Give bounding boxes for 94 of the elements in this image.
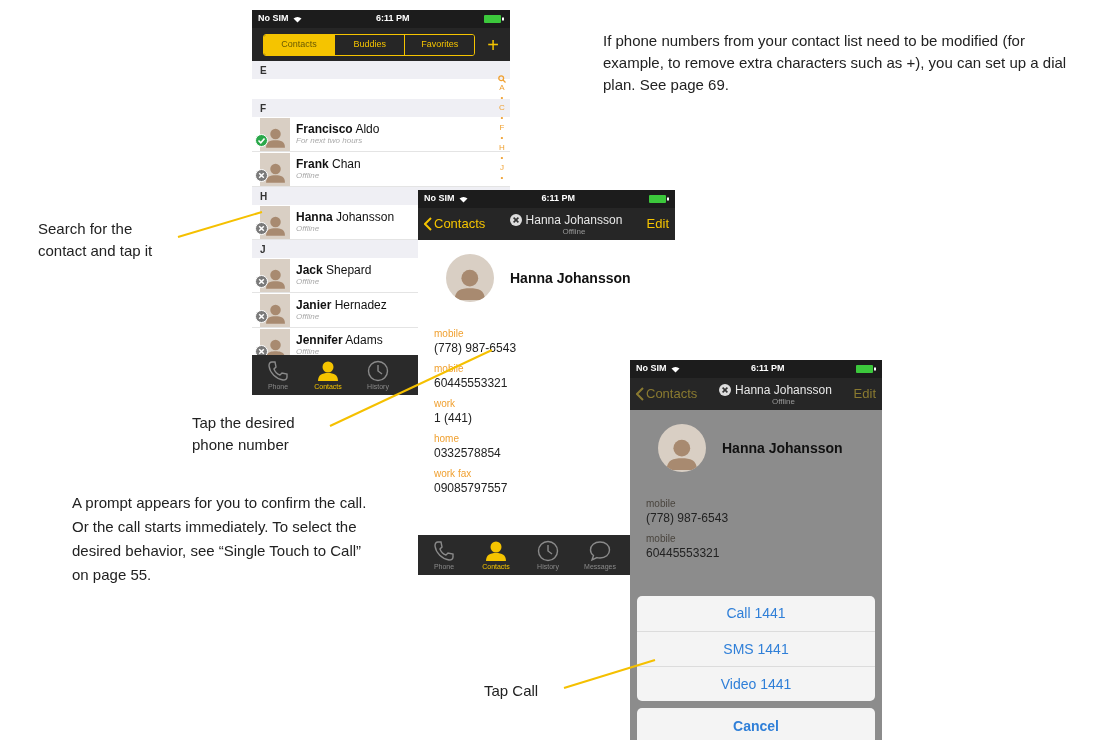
- contact-name: Jennifer Adams: [296, 333, 383, 347]
- chevron-left-icon: [636, 387, 644, 401]
- contact-status: Offline: [296, 347, 321, 355]
- contact-status: Offline: [296, 277, 321, 287]
- phone-icon: [267, 359, 289, 382]
- chevron-left-icon: [424, 217, 432, 231]
- contact-name: Frank Chan: [296, 157, 361, 171]
- action-option[interactable]: Call 1441: [637, 596, 875, 631]
- number-type-label: work: [434, 398, 456, 410]
- phone-number-entry[interactable]: home 0332578854: [434, 433, 501, 461]
- segment-tab[interactable]: Contacts: [264, 34, 335, 55]
- wifi-icon: [458, 195, 468, 203]
- phone-number: 0332578854: [434, 445, 501, 461]
- back-button[interactable]: Contacts: [636, 384, 698, 404]
- photo-placeholder: [260, 205, 290, 239]
- number-type-label: home: [434, 433, 459, 445]
- section-header: E: [252, 61, 510, 79]
- instruction-text: Search for the contact and tap it: [38, 219, 154, 261]
- speech-bubble-icon: [589, 539, 611, 562]
- contact-name: Hanna Johansson: [296, 210, 395, 224]
- phone-number-entry[interactable]: mobile (778) 987-6543: [434, 328, 517, 356]
- number-type-label: mobile: [434, 328, 464, 340]
- contact-row[interactable]: Jack Shepard Offline: [252, 258, 372, 292]
- phone-number: 1 (441): [434, 410, 473, 426]
- index-letter[interactable]: H: [499, 143, 505, 153]
- battery-icon: [649, 195, 669, 203]
- contact-status: Offline: [296, 312, 321, 322]
- instruction-text: Tap the desired phone number: [192, 413, 296, 455]
- carrier-label: No SIM: [258, 12, 289, 26]
- photo-placeholder: [260, 328, 290, 355]
- status-time: 6:11 PM: [751, 362, 785, 376]
- phone-number: 09085797557: [434, 480, 508, 496]
- photo-placeholder: [260, 293, 290, 327]
- phone-icon: [433, 539, 455, 562]
- edit-button[interactable]: Edit: [646, 214, 669, 234]
- phone-number: 60445553321: [434, 375, 508, 391]
- photo-placeholder: [260, 258, 290, 292]
- presence-status: Offline: [562, 226, 586, 236]
- clock-icon: [367, 359, 389, 382]
- contact-name: Hanna Johansson: [722, 438, 843, 458]
- instruction-text: A prompt appears for you to confirm the call. Or the call starts immediately. To select the desired behavior, see “Single Touch to Call” on page 55.: [72, 493, 368, 585]
- photo-placeholder: [446, 254, 494, 302]
- presence-status: Offline: [771, 396, 795, 406]
- carrier-label: No SIM: [424, 192, 455, 206]
- phone-number-entry[interactable]: mobile 60445553321: [646, 533, 720, 561]
- contact-row[interactable]: Hanna Johansson Offline: [252, 205, 395, 239]
- cancel-button[interactable]: Cancel: [637, 708, 875, 740]
- photo-placeholder: [260, 152, 290, 186]
- carrier-label: No SIM: [636, 362, 667, 376]
- contact-name: Jack Shepard: [296, 263, 372, 277]
- contact-status: Offline: [296, 171, 321, 181]
- battery-icon: [484, 15, 504, 23]
- phone-number-entry[interactable]: work 1 (441): [434, 398, 473, 426]
- action-option[interactable]: Video 1441: [637, 666, 875, 701]
- edit-button[interactable]: Edit: [853, 384, 876, 404]
- contact-name: Hanna Johansson: [510, 268, 631, 288]
- battery-icon: [856, 365, 876, 373]
- photo-placeholder: [658, 424, 706, 472]
- contact-row[interactable]: Francisco Aldo For next two hours: [252, 117, 380, 151]
- phone-number: (778) 987-6543: [646, 510, 729, 526]
- status-time: 6:11 PM: [541, 192, 575, 206]
- number-type-label: work fax: [434, 468, 472, 480]
- wifi-icon: [670, 365, 680, 373]
- wifi-icon: [292, 15, 302, 23]
- index-letter[interactable]: F: [499, 123, 505, 133]
- contact-status: For next two hours: [296, 136, 364, 146]
- phone-number-entry[interactable]: work fax 09085797557: [434, 468, 508, 496]
- instruction-text: Tap Call: [484, 681, 540, 701]
- offline-x-icon: [509, 213, 522, 226]
- contact-name: Janier Hernadez: [296, 298, 387, 312]
- phone-number-entry[interactable]: mobile (778) 987-6543: [646, 498, 729, 526]
- back-button[interactable]: Contacts: [424, 214, 486, 234]
- status-time: 6:11 PM: [376, 12, 410, 26]
- phone-number: (778) 987-6543: [434, 340, 517, 356]
- instruction-text: If phone numbers from your contact list need to be modified (for example, to remove extra characters such as +), you can set up a dial plan. See page 69.: [603, 31, 1068, 95]
- contact-status: Offline: [296, 224, 321, 234]
- number-type-label: mobile: [646, 498, 676, 510]
- segment-tab[interactable]: Favorites: [404, 34, 475, 55]
- add-button[interactable]: +: [487, 34, 499, 55]
- number-type-label: mobile: [646, 533, 676, 545]
- nav-title: Hanna Johansson: [525, 212, 623, 227]
- offline-x-icon: [719, 383, 732, 396]
- index-letter[interactable]: J: [500, 163, 504, 173]
- phone-number: 60445553321: [646, 545, 720, 561]
- nav-title: Hanna Johansson: [735, 382, 832, 397]
- person-icon: [484, 539, 508, 562]
- contact-name: Francisco Aldo: [296, 122, 380, 136]
- search-icon[interactable]: [498, 75, 506, 83]
- clock-icon: [537, 539, 559, 562]
- action-option[interactable]: SMS 1441: [637, 631, 875, 666]
- contact-row[interactable]: Frank Chan Offline: [252, 152, 361, 186]
- person-icon: [316, 359, 340, 382]
- contact-row[interactable]: Janier Hernadez Offline: [252, 293, 387, 327]
- photo-placeholder: [260, 117, 290, 151]
